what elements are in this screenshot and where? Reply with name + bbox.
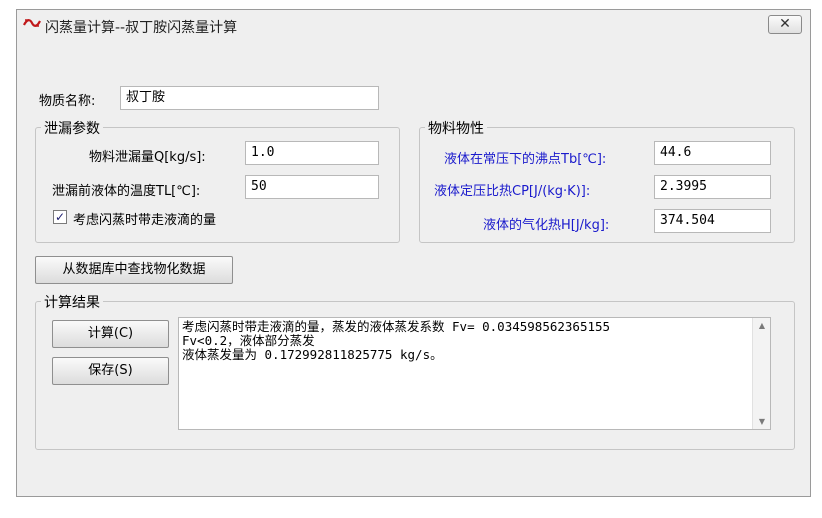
- specific-heat-field[interactable]: 2.3995: [654, 175, 771, 199]
- close-icon: ✕: [779, 16, 791, 32]
- close-button[interactable]: ✕: [768, 15, 802, 34]
- material-props-title: 物料物性: [425, 118, 487, 138]
- droplet-checkbox[interactable]: ✓: [53, 210, 67, 224]
- title-bar[interactable]: 闪蒸量计算--叔丁胺闪蒸量计算 ✕: [17, 10, 810, 40]
- liquid-temp-label: 泄漏前液体的温度TL[℃]:: [52, 184, 201, 199]
- window-title: 闪蒸量计算--叔丁胺闪蒸量计算: [45, 20, 238, 36]
- leak-rate-field[interactable]: 1.0: [245, 141, 379, 165]
- results-title: 计算结果: [41, 292, 103, 312]
- save-button[interactable]: 保存(S): [52, 357, 169, 385]
- specific-heat-label: 液体定压比热CP[J/(kg·K)]:: [434, 184, 591, 199]
- leak-rate-label: 物料泄漏量Q[kg/s]:: [89, 150, 206, 165]
- scroll-down-icon[interactable]: ▼: [753, 417, 771, 426]
- droplet-checkbox-label[interactable]: 考虑闪蒸时带走液滴的量: [73, 209, 216, 228]
- vaporization-heat-label: 液体的气化热H[J/kg]:: [483, 218, 610, 233]
- app-logo-icon: [23, 19, 41, 27]
- substance-name-field[interactable]: 叔丁胺: [120, 86, 379, 110]
- leak-params-title: 泄漏参数: [41, 118, 103, 138]
- boiling-point-label: 液体在常压下的沸点Tb[℃]:: [444, 152, 607, 167]
- scroll-up-icon[interactable]: ▲: [753, 321, 771, 330]
- results-scrollbar[interactable]: ▲ ▼: [752, 318, 770, 429]
- lookup-database-button[interactable]: 从数据库中查找物化数据: [35, 256, 233, 284]
- boiling-point-field[interactable]: 44.6: [654, 141, 771, 165]
- results-textarea[interactable]: 考虑闪蒸时带走液滴的量，蒸发的液体蒸发系数 Fv= 0.034598562365…: [178, 317, 771, 430]
- dialog-window: 闪蒸量计算--叔丁胺闪蒸量计算 ✕ 物质名称: 叔丁胺 泄漏参数 物料泄漏量Q[…: [16, 9, 811, 497]
- vaporization-heat-field[interactable]: 374.504: [654, 209, 771, 233]
- substance-label: 物质名称:: [39, 94, 96, 109]
- results-text: 考虑闪蒸时带走液滴的量，蒸发的液体蒸发系数 Fv= 0.034598562365…: [182, 319, 611, 362]
- calculate-button[interactable]: 计算(C): [52, 320, 169, 348]
- liquid-temp-field[interactable]: 50: [245, 175, 379, 199]
